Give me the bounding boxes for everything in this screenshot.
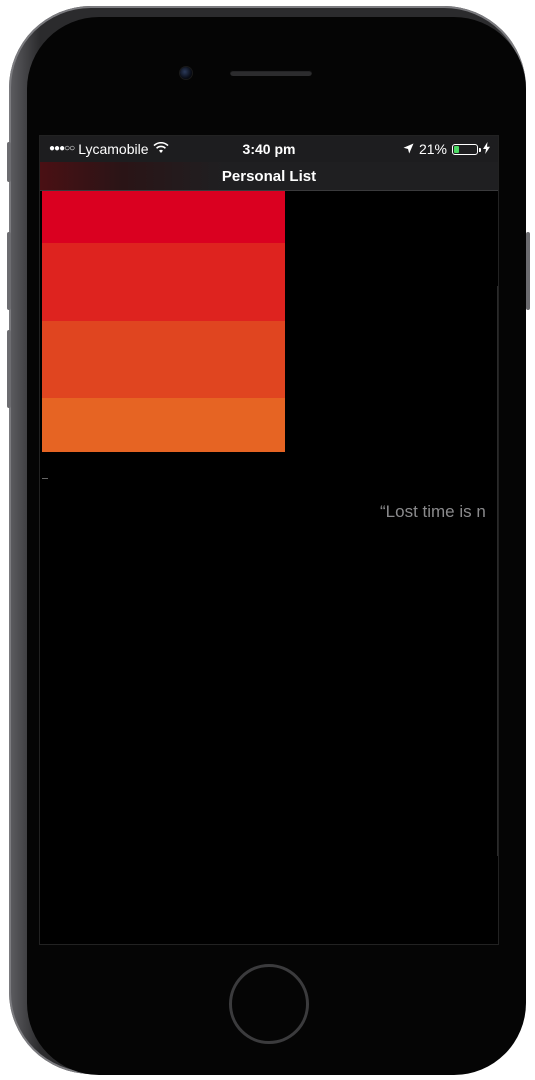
personal-list [42, 191, 285, 452]
volume-up-button[interactable] [7, 232, 11, 310]
battery-icon [452, 143, 481, 155]
battery-fill [454, 145, 459, 153]
nav-title: Personal List [221, 168, 317, 185]
power-button[interactable] [526, 232, 530, 310]
battery-tip [479, 147, 481, 152]
panel-edge [497, 286, 498, 856]
status-right: 21% [403, 141, 490, 157]
location-arrow-icon [403, 141, 414, 157]
status-bar: ●●●○○ Lycamobile 3:40 pm 21% [40, 136, 498, 162]
quote-text: “Lost time is n [380, 502, 486, 521]
list-item[interactable] [42, 321, 285, 398]
divider [42, 478, 48, 479]
earpiece-speaker [230, 70, 312, 76]
screen: ●●●○○ Lycamobile 3:40 pm 21% Personal Li… [40, 136, 498, 944]
home-button[interactable] [229, 964, 309, 1044]
volume-down-button[interactable] [7, 330, 11, 408]
charging-bolt-icon [483, 141, 490, 157]
mute-switch[interactable] [7, 142, 11, 182]
list-item[interactable] [42, 191, 285, 243]
front-camera [180, 67, 192, 79]
list-item[interactable] [42, 398, 285, 452]
list-item[interactable] [42, 243, 285, 321]
battery-percent: 21% [418, 141, 447, 157]
navigation-bar: Personal List [40, 162, 498, 191]
